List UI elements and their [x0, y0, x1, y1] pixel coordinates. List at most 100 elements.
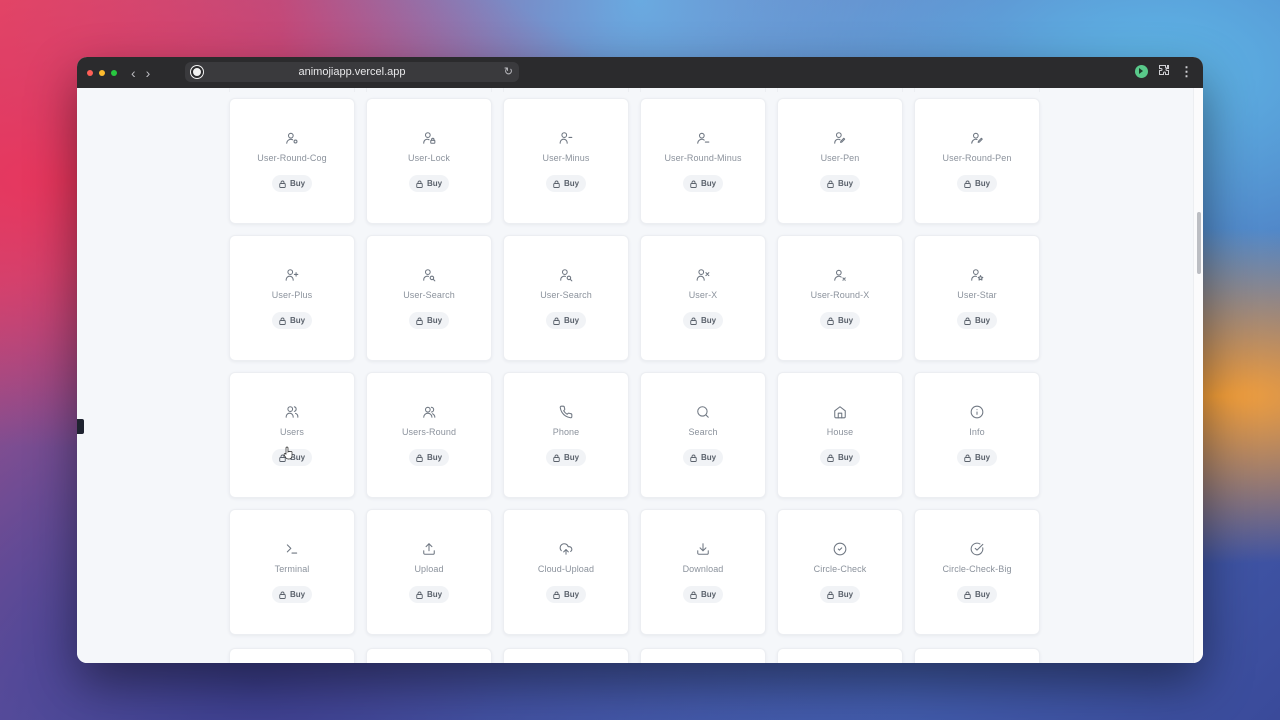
page-scrollbar[interactable] [1193, 88, 1203, 663]
buy-button[interactable]: Buy [956, 312, 998, 329]
icon-card-name: User-Round-Cog [257, 153, 327, 163]
address-bar[interactable]: animojiapp.vercel.app ↻ [185, 62, 519, 82]
icon-card-name: User-Round-Minus [664, 153, 742, 163]
icon-card[interactable]: Circle-Check-Big Buy [914, 509, 1040, 635]
icon-card[interactable] [777, 648, 903, 663]
buy-button[interactable]: Buy [545, 449, 587, 466]
icon-card[interactable]: User-Search Buy [366, 235, 492, 361]
icon-card[interactable]: User-Minus Buy [503, 98, 629, 224]
icon-card[interactable] [366, 648, 492, 663]
side-dock-tab[interactable] [77, 419, 84, 434]
icon-card-name: Cloud-Upload [537, 564, 595, 574]
buy-button[interactable]: Buy [545, 175, 587, 192]
lock-icon [279, 180, 286, 188]
icon-card[interactable]: Search Buy [640, 372, 766, 498]
icon-card[interactable]: Download Buy [640, 509, 766, 635]
icon-card[interactable]: User-Pen Buy [777, 98, 903, 224]
icon-card[interactable]: House Buy [777, 372, 903, 498]
icon-card[interactable] [640, 648, 766, 663]
buy-button[interactable]: Buy [682, 175, 724, 192]
lock-icon [690, 317, 697, 325]
buy-button[interactable]: Buy [408, 175, 450, 192]
icon-card[interactable]: User-Round-Minus Buy [640, 98, 766, 224]
icon-card[interactable]: Circle-Check Buy [777, 509, 903, 635]
buy-button[interactable]: Buy [545, 312, 587, 329]
scrollbar-thumb[interactable] [1197, 212, 1201, 274]
buy-button[interactable]: Buy [545, 586, 587, 603]
browser-toolbar-right: ⋮ [1135, 64, 1193, 78]
buy-button[interactable]: Buy [819, 586, 861, 603]
lock-icon [964, 317, 971, 325]
icon-card[interactable]: Phone Buy [503, 372, 629, 498]
lock-icon [964, 180, 971, 188]
icon-card[interactable]: User-Lock Buy [366, 98, 492, 224]
icon-card[interactable]: Info Buy [914, 372, 1040, 498]
lock-icon [827, 591, 834, 599]
icon-card[interactable]: User-X Buy [640, 235, 766, 361]
buy-label: Buy [974, 590, 991, 599]
lock-icon [553, 317, 560, 325]
icon-card[interactable]: Users Buy [229, 372, 355, 498]
buy-button[interactable]: Buy [408, 449, 450, 466]
close-window-button[interactable] [87, 69, 93, 76]
buy-button[interactable]: Buy [271, 312, 313, 329]
icon-card[interactable]: User-Plus Buy [229, 235, 355, 361]
kebab-menu-icon[interactable]: ⋮ [1180, 65, 1193, 78]
forward-icon[interactable]: › [146, 66, 151, 80]
buy-button[interactable]: Buy [956, 175, 998, 192]
icon-card[interactable]: User-Search Buy [503, 235, 629, 361]
buy-label: Buy [426, 453, 443, 462]
extension-cursor-icon[interactable] [1135, 64, 1148, 78]
lock-icon [690, 454, 697, 462]
icon-card[interactable]: User-Star Buy [914, 235, 1040, 361]
buy-label: Buy [837, 316, 854, 325]
buy-button[interactable]: Buy [956, 449, 998, 466]
icon-card[interactable] [503, 648, 629, 663]
buy-button[interactable]: Buy [271, 586, 313, 603]
icon-card-name: Terminal [274, 564, 310, 574]
icon-card[interactable]: User-Round-Pen Buy [914, 98, 1040, 224]
buy-button[interactable]: Buy [819, 175, 861, 192]
minimize-window-button[interactable] [99, 69, 105, 76]
buy-button[interactable]: Buy [682, 586, 724, 603]
icon-card[interactable]: User-Round-Cog Buy [229, 98, 355, 224]
icon-card-name: User-Minus [542, 153, 590, 163]
zoom-window-button[interactable] [111, 69, 117, 76]
buy-button[interactable]: Buy [819, 312, 861, 329]
buy-button[interactable]: Buy [956, 586, 998, 603]
back-icon[interactable]: ‹ [131, 66, 136, 80]
icon-card[interactable]: Users-Round Buy [366, 372, 492, 498]
buy-label: Buy [700, 316, 717, 325]
lock-icon [416, 180, 423, 188]
buy-button[interactable]: Buy [408, 586, 450, 603]
extensions-puzzle-icon[interactable] [1158, 64, 1170, 78]
icon-card[interactable]: Cloud-Upload Buy [503, 509, 629, 635]
user-search-icon [559, 268, 573, 282]
icon-card[interactable] [229, 648, 355, 663]
buy-button[interactable]: Buy [408, 312, 450, 329]
buy-button[interactable]: Buy [682, 312, 724, 329]
previous-row-stubs [229, 88, 1040, 92]
lock-icon [827, 454, 834, 462]
lock-icon [690, 180, 697, 188]
icon-card[interactable]: Terminal Buy [229, 509, 355, 635]
buy-label: Buy [426, 590, 443, 599]
icon-card[interactable]: Upload Buy [366, 509, 492, 635]
buy-button[interactable]: Buy [819, 449, 861, 466]
download-icon [696, 542, 710, 556]
icon-card-name: User-Search [403, 290, 455, 300]
reload-icon[interactable]: ↻ [504, 65, 513, 78]
icon-card[interactable]: User-Round-X Buy [777, 235, 903, 361]
terminal-icon [285, 542, 299, 556]
buy-label: Buy [563, 590, 580, 599]
icon-card-name: User-Pen [820, 153, 860, 163]
buy-button[interactable]: Buy [682, 449, 724, 466]
user-round-x-icon [833, 268, 847, 282]
icon-card[interactable] [914, 648, 1040, 663]
icon-grid: User-Round-Cog Buy User-Lock Buy User-Minus B… [229, 98, 1040, 635]
lock-icon [416, 454, 423, 462]
icon-card-name: User-Round-Pen [942, 153, 1012, 163]
buy-label: Buy [563, 316, 580, 325]
user-round-minus-icon [696, 131, 710, 145]
buy-button[interactable]: Buy [271, 175, 313, 192]
